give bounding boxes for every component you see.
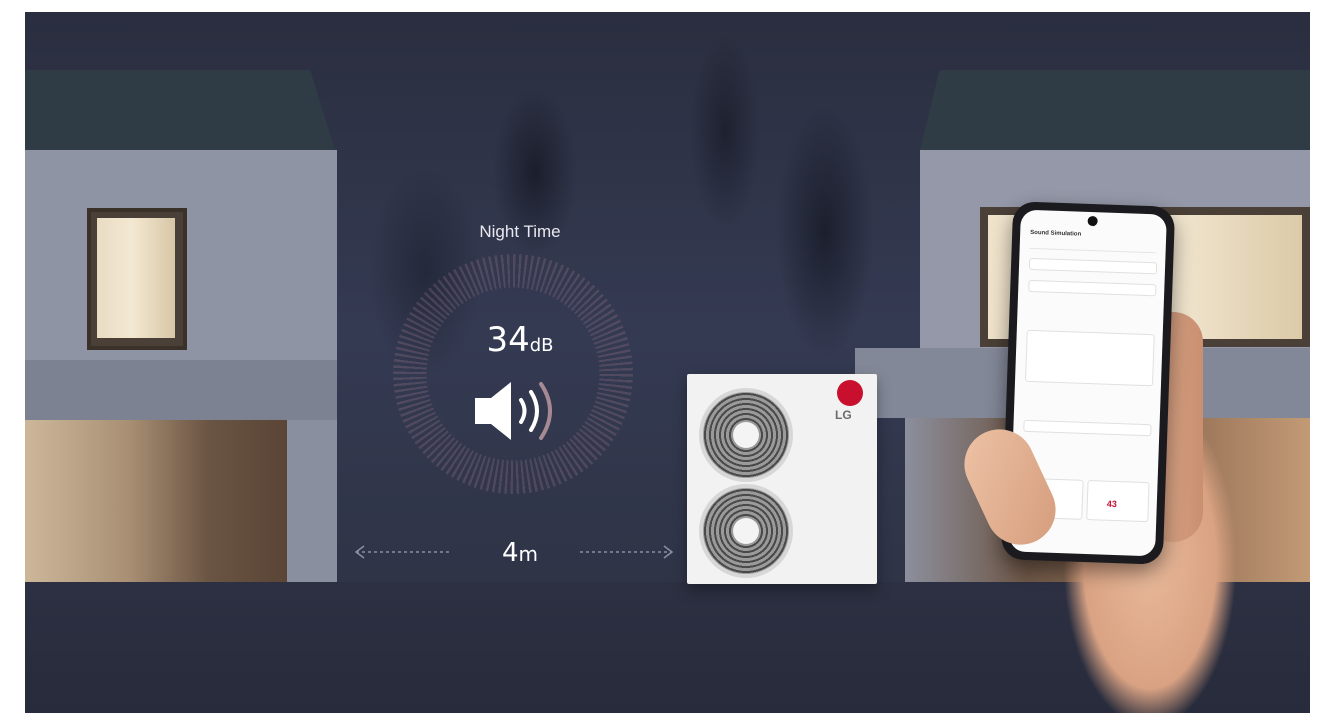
right-house-roof	[920, 70, 1310, 150]
brand-logo-text: LG	[835, 408, 852, 422]
heat-pump-outdoor-unit: LG	[687, 374, 877, 584]
distance-value: 4m	[490, 538, 550, 568]
camera-notch	[1087, 215, 1098, 227]
lg-logo-icon	[837, 380, 863, 406]
left-house-band	[25, 360, 337, 420]
left-house-roof	[25, 70, 335, 150]
fan-top	[699, 388, 793, 482]
night-scene: Night Time 34dB 4m LG Sound Simulation 4…	[25, 12, 1310, 713]
forest-background	[305, 12, 985, 572]
sound-level-value: 34	[486, 320, 530, 360]
night-time-label: Night Time	[479, 222, 561, 241]
result-card	[1086, 480, 1150, 523]
app-title: Sound Simulation	[1030, 229, 1082, 238]
distance-indicator: 4m	[350, 532, 680, 572]
divider	[1029, 237, 1156, 254]
distance-number: 4	[501, 538, 519, 568]
select-field	[1023, 419, 1152, 437]
left-house-lit-room	[25, 420, 287, 582]
select-field	[1028, 279, 1157, 297]
result-value: 43	[1106, 498, 1117, 510]
speaker-icon	[475, 382, 552, 440]
left-house-pillar	[287, 420, 337, 582]
layout-card	[1025, 329, 1155, 387]
fan-bottom	[699, 484, 793, 578]
left-house-window	[87, 208, 187, 350]
sound-wave-ring	[393, 254, 633, 494]
sound-level-readout: 34dB	[445, 320, 595, 360]
distance-unit: m	[518, 542, 539, 566]
select-field	[1028, 257, 1158, 275]
sound-level-unit: dB	[529, 335, 554, 356]
